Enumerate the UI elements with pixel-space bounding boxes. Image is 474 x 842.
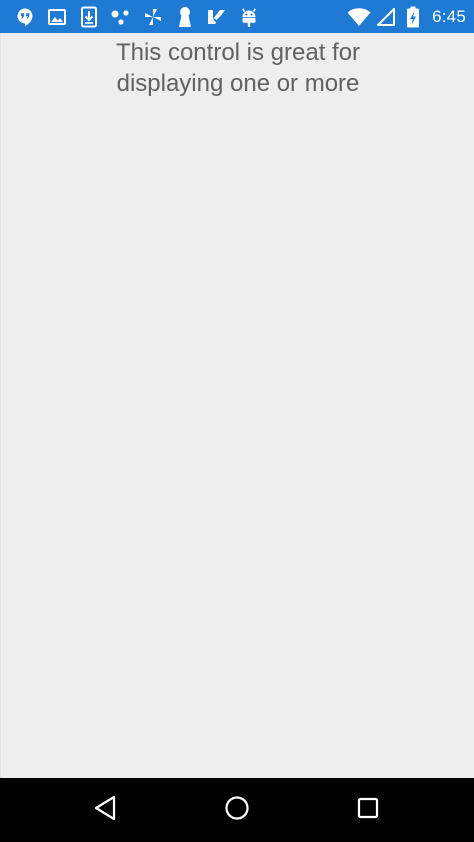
notification-icons: [9, 0, 265, 33]
android-icon: [233, 0, 265, 33]
pinwheel-icon: [137, 0, 169, 33]
recents-button[interactable]: [336, 778, 400, 842]
system-status: 6:45: [345, 0, 466, 33]
navigation-bar: [0, 778, 474, 842]
hangouts-icon: [9, 0, 41, 33]
battery-charging-icon: [399, 0, 426, 33]
cellular-signal-icon: [372, 0, 399, 33]
gallery-icon: [41, 0, 73, 33]
back-button[interactable]: [73, 778, 137, 842]
recents-icon: [357, 797, 379, 824]
content-area: This control is great for displaying one…: [0, 33, 474, 778]
wifi-icon: [345, 0, 372, 33]
back-icon: [93, 795, 117, 826]
keyhole-icon: [169, 0, 201, 33]
status-time: 6:45: [432, 6, 466, 26]
home-button[interactable]: [205, 778, 269, 842]
status-bar: 6:45: [0, 0, 474, 33]
message-text: This control is great for displaying one…: [1, 37, 474, 99]
home-icon: [224, 795, 250, 826]
message-line: displaying one or more: [116, 70, 360, 97]
phone-screen: 6:45 This control is great for displayin…: [0, 0, 474, 842]
checkmark-app-icon: [201, 0, 233, 33]
download-icon: [73, 0, 105, 33]
connections-icon: [105, 0, 137, 33]
message-line: This control is great for: [115, 39, 361, 66]
